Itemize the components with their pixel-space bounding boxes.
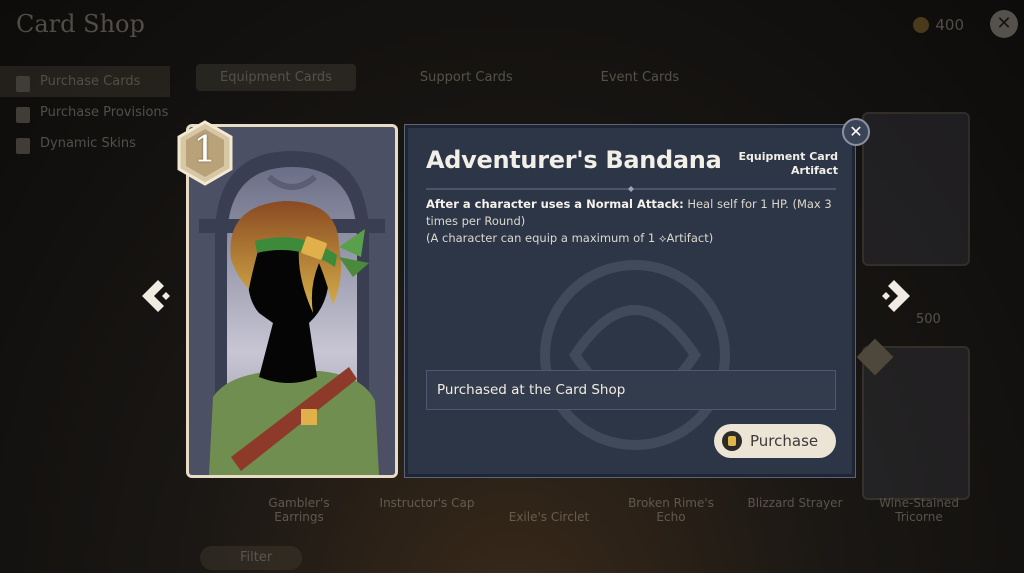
shop-card-name: Exile's Circlet (508, 510, 590, 524)
tab-event-cards[interactable]: Event Cards (577, 64, 704, 91)
sidebar-item-label: Purchase Provisions (40, 105, 169, 120)
next-card-arrow-icon[interactable] (876, 276, 916, 316)
close-icon[interactable]: ✕ (842, 118, 870, 146)
shop-title: Card Shop (16, 10, 145, 38)
card-icon (16, 76, 30, 92)
purchase-button[interactable]: Purchase (714, 424, 836, 458)
shop-card-name: Wine-Stained Tricorne (879, 496, 959, 524)
coin-balance: 400 (913, 16, 964, 34)
tab-equipment-cards[interactable]: Equipment Cards (196, 64, 356, 91)
shop-tabs: Equipment Cards Support Cards Event Card… (196, 64, 703, 91)
card-effect: After a character uses a Normal Attack: … (426, 196, 836, 230)
shop-card-name: Blizzard Strayer (747, 496, 843, 510)
shop-sidebar: Purchase Cards Purchase Provisions Dynam… (0, 66, 170, 159)
tab-support-cards[interactable]: Support Cards (396, 64, 537, 91)
provisions-icon (16, 107, 30, 123)
card-description: After a character uses a Normal Attack: … (426, 196, 836, 247)
coin-icon (913, 17, 930, 33)
filter-button[interactable]: Filter (200, 546, 302, 570)
card-source-box: Purchased at the Card Shop (426, 370, 836, 410)
card-name: Adventurer's Bandana (426, 146, 722, 174)
filter-label: Filter (240, 550, 273, 565)
sidebar-item-dynamic-skins[interactable]: Dynamic Skins (0, 128, 170, 159)
purchase-label: Purchase (750, 432, 819, 450)
shop-card[interactable] (862, 112, 970, 266)
card-source: Purchased at the Card Shop (437, 382, 626, 398)
card-effect-trigger: After a character uses a Normal Attack: (426, 197, 684, 211)
sidebar-item-purchase-provisions[interactable]: Purchase Provisions (0, 97, 170, 128)
divider (426, 186, 836, 192)
coin-icon (722, 431, 742, 451)
card-cost-badge: 1 (176, 120, 234, 186)
shop-card-name: Instructor's Cap (379, 496, 475, 510)
sidebar-item-label: Purchase Cards (40, 74, 141, 89)
card-subtype-line: Artifact (791, 164, 838, 177)
sidebar-item-label: Dynamic Skins (40, 136, 136, 151)
skins-icon (16, 138, 30, 154)
coin-amount: 400 (935, 16, 964, 34)
shop-card-name: Broken Rime's Echo (628, 496, 714, 524)
prev-card-arrow-icon[interactable] (136, 276, 176, 316)
shop-card-price: 500 (916, 312, 941, 327)
card-equip-note: (A character can equip a maximum of 1 ⟡A… (426, 231, 714, 245)
card-type-line: Equipment Card (738, 150, 839, 163)
card-cost: 1 (193, 130, 217, 171)
shop-card-name: Gambler's Earrings (268, 496, 330, 524)
card-type: Equipment Card Artifact (739, 150, 839, 178)
shop-close-icon[interactable]: ✕ (990, 10, 1018, 38)
sidebar-item-purchase-cards[interactable]: Purchase Cards (0, 66, 170, 97)
